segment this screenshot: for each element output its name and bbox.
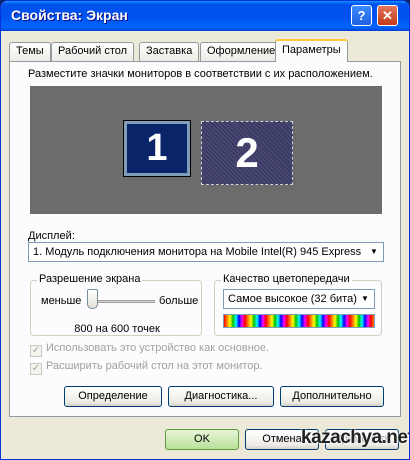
ok-button[interactable]: OK <box>165 429 239 450</box>
extend-desktop-label: Расширить рабочий стол на этот монитор. <box>46 360 263 372</box>
title-bar[interactable]: Свойства: Экран ? ✕ <box>1 1 409 31</box>
help-button[interactable]: ? <box>351 5 372 26</box>
color-quality-value: Самое высокое (32 бита) <box>228 293 357 305</box>
resolution-less-label: меньше <box>41 295 82 307</box>
checkmark-icon: ✓ <box>30 363 42 375</box>
color-quality-select[interactable]: Самое высокое (32 бита) ▼ <box>223 289 375 309</box>
chevron-down-icon[interactable]: ▼ <box>366 244 382 260</box>
tab-appearance[interactable]: Оформление <box>200 42 283 61</box>
troubleshoot-button[interactable]: Диагностика... <box>168 386 274 407</box>
primary-device-label: Использовать это устройство как основное… <box>46 342 270 354</box>
tab-settings[interactable]: Параметры <box>275 39 348 62</box>
resolution-group: Разрешение экрана меньше больше 800 на 6… <box>30 273 202 336</box>
extend-desktop-checkbox: ✓ Расширить рабочий стол на этот монитор. <box>30 360 263 375</box>
color-quality-group: Качество цветопередачи Самое высокое (32… <box>214 273 382 336</box>
tab-strip: Темы Рабочий стол Заставка Оформление Па… <box>9 39 399 62</box>
display-select-value: 1. Модуль подключения монитора на Mobile… <box>33 246 363 258</box>
tab-themes[interactable]: Темы <box>9 42 51 61</box>
resolution-legend: Разрешение экрана <box>37 273 143 285</box>
display-properties-window: Свойства: Экран ? ✕ Темы Рабочий стол За… <box>0 0 410 460</box>
color-spectrum-preview <box>223 314 375 328</box>
tab-desktop[interactable]: Рабочий стол <box>51 42 135 61</box>
monitor-1[interactable]: 1 <box>123 120 191 177</box>
chevron-down-icon[interactable]: ▼ <box>357 291 373 307</box>
tab-screensaver[interactable]: Заставка <box>139 42 200 61</box>
color-quality-legend: Качество цветопередачи <box>221 273 352 285</box>
display-label: Дисплей: <box>28 230 75 242</box>
identify-button[interactable]: Определение <box>64 386 162 407</box>
advanced-button[interactable]: Дополнительно <box>280 386 384 407</box>
monitor-arrangement[interactable]: 1 2 <box>30 86 382 214</box>
monitor-2[interactable]: 2 <box>201 121 293 185</box>
window-title: Свойства: Экран <box>11 7 128 23</box>
resolution-more-label: больше <box>159 295 199 307</box>
resolution-value: 800 на 600 точек <box>74 323 160 335</box>
display-select[interactable]: 1. Модуль подключения монитора на Mobile… <box>28 242 384 262</box>
checkmark-icon: ✓ <box>30 345 42 357</box>
primary-device-checkbox: ✓ Использовать это устройство как основно… <box>30 342 269 357</box>
monitor-hint: Разместите значки мониторов в соответств… <box>28 68 373 80</box>
close-button[interactable]: ✕ <box>377 5 398 26</box>
watermark: kazachya.net <box>301 427 410 448</box>
resolution-slider-thumb[interactable] <box>87 289 98 309</box>
settings-panel: Разместите значки мониторов в соответств… <box>9 61 401 417</box>
